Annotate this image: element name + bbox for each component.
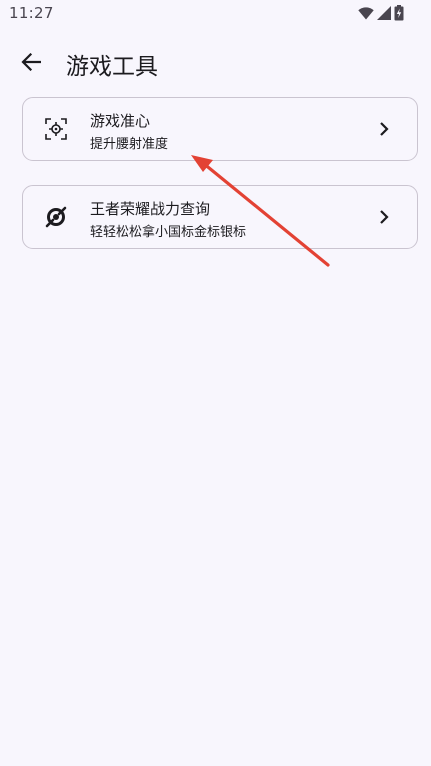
status-icons [358,5,404,21]
tool-title: 游戏准心 [90,112,151,130]
crosshair-focus-icon [43,116,69,142]
tool-subtitle: 提升腰射准度 [90,137,169,152]
status-time: 11:27 [9,4,54,22]
chevron-right-icon [380,210,389,224]
target-swirl-icon [43,204,69,230]
chevron-right-icon [380,122,389,136]
battery-charging-icon [394,5,404,21]
status-bar: 11:27 [0,0,431,26]
tool-title: 王者荣耀战力查询 [90,200,211,218]
tool-subtitle: 轻轻松松拿小国标金标银标 [90,225,247,240]
signal-icon [377,6,391,20]
arrow-left-icon [21,53,41,71]
tool-card-crosshair[interactable]: 游戏准心 提升腰射准度 [22,97,418,161]
back-button[interactable] [14,46,48,78]
wifi-icon [358,6,374,19]
tool-card-power-query[interactable]: 王者荣耀战力查询 轻轻松松拿小国标金标银标 [22,185,418,249]
page-title: 游戏工具 [66,54,158,80]
app-bar: 游戏工具 [0,38,431,86]
